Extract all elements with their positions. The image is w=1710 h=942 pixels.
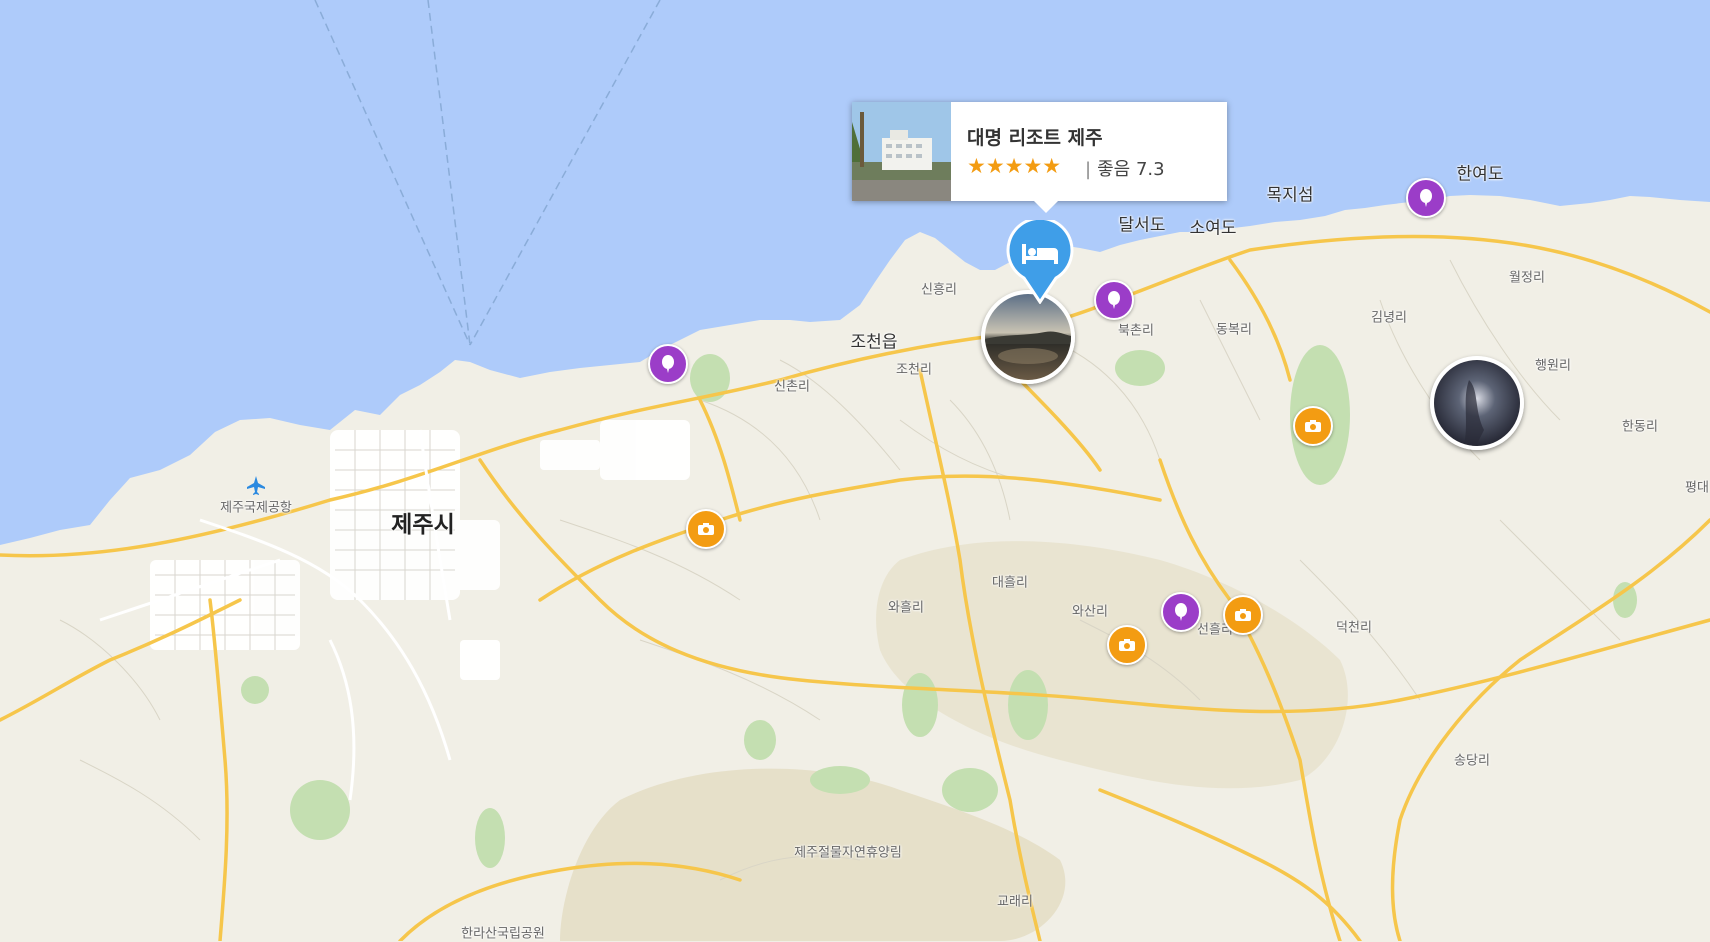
rating-value: 7.3 — [1135, 159, 1165, 180]
hotel-popup[interactable]: 대명 리조트 제주 ★★★★★ | 좋음 7.3 — [852, 102, 1227, 213]
camera-marker-2[interactable] — [1293, 406, 1333, 446]
balloon-icon — [1108, 291, 1120, 309]
photo-marker-cave[interactable] — [1430, 356, 1524, 450]
camera-icon — [1305, 420, 1321, 432]
label-dongbok-ri: 동복리 — [1216, 322, 1252, 338]
hotel-thumbnail — [852, 102, 951, 201]
hotel-pin[interactable] — [1006, 216, 1074, 305]
camera-icon — [1235, 609, 1251, 621]
star-rating: ★★★★★ — [967, 154, 1062, 178]
review-score: | 좋음 7.3 — [1085, 155, 1165, 181]
balloon-icon — [1175, 603, 1187, 621]
label-jeju-si: 제주시 — [391, 512, 455, 538]
camera-marker-1[interactable] — [686, 509, 726, 549]
poi-marker-2[interactable] — [1094, 280, 1134, 320]
camera-icon — [698, 523, 714, 535]
poi-marker-4[interactable] — [1161, 592, 1201, 632]
label-hallasan: 한라산국립공원 — [461, 926, 545, 942]
label-gyorae-ri: 교래리 — [997, 894, 1033, 910]
label-dalseo-do: 달서도 — [1118, 215, 1166, 236]
label-haengwon-ri: 행원리 — [1535, 358, 1571, 374]
label-jeoljimul: 제주절물자연휴양림 — [794, 845, 902, 861]
photo-marker-coast[interactable] — [981, 290, 1075, 384]
label-soyeo-do: 소여도 — [1189, 218, 1237, 239]
poi-marker-1[interactable] — [648, 344, 688, 384]
camera-marker-4[interactable] — [1107, 625, 1147, 665]
label-wasan-ri: 와산리 — [1072, 604, 1108, 620]
label-mokji-seom: 목지섬 — [1266, 185, 1314, 206]
label-sinchon-ri: 신촌리 — [774, 379, 810, 395]
label-handong-ri: 한동리 — [1622, 419, 1658, 435]
rating-label: 좋음 — [1097, 159, 1131, 180]
label-jocheon-eup: 조천읍 — [850, 332, 898, 353]
camera-icon — [1119, 639, 1135, 651]
label-pyeongdae: 평대 — [1685, 480, 1709, 496]
camera-marker-3[interactable] — [1223, 595, 1263, 635]
label-deokcheon-ri: 덕천리 — [1336, 620, 1372, 636]
label-jocheon-ri: 조천리 — [896, 362, 932, 378]
label-sinheung-ri: 신흥리 — [921, 282, 957, 298]
rating-separator: | — [1085, 159, 1092, 180]
label-bukchon-ri: 북촌리 — [1118, 323, 1154, 339]
label-woljeong-ri: 월정리 — [1509, 270, 1545, 286]
label-airport: 제주국제공항 — [220, 500, 292, 516]
label-daeheul-ri: 대흘리 — [992, 575, 1028, 591]
balloon-icon — [1420, 189, 1432, 207]
label-songdang-ri: 송당리 — [1454, 753, 1490, 769]
label-hanyeo-do: 한여도 — [1456, 164, 1504, 185]
photo-thumbnail — [1434, 360, 1520, 446]
balloon-icon — [662, 355, 674, 373]
label-gimnyeong-ri: 김녕리 — [1371, 310, 1407, 326]
label-wahheul-ri: 와흘리 — [888, 600, 924, 616]
photo-thumbnail — [985, 294, 1071, 380]
poi-marker-3[interactable] — [1406, 178, 1446, 218]
hotel-name: 대명 리조트 제주 — [967, 127, 1103, 149]
